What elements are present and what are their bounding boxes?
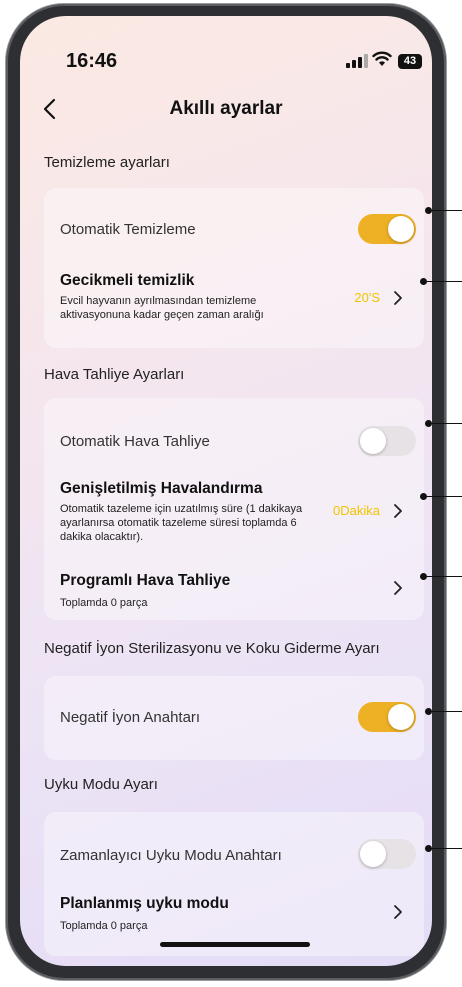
- section-header-sleep: Uyku Modu Ayarı: [44, 776, 158, 793]
- callout-line: [430, 423, 462, 424]
- section-header-cleaning: Temizleme ayarları: [44, 154, 170, 171]
- toggle-knob: [388, 216, 414, 242]
- delayed-clean-value[interactable]: 20'S: [340, 290, 380, 305]
- row-label-sleep-timer: Zamanlayıcı Uyku Modu Anahtarı: [60, 847, 282, 864]
- home-indicator[interactable]: [160, 942, 310, 947]
- row-label-extended-vent: Genişletilmiş Havalandırma: [60, 480, 263, 497]
- row-label-delayed-clean: Gecikmeli temizlik: [60, 272, 195, 289]
- row-label-ion-switch: Negatif İyon Anahtarı: [60, 709, 201, 726]
- row-label-scheduled-air: Programlı Hava Tahliye: [60, 572, 231, 589]
- callout-line: [430, 848, 462, 849]
- extended-vent-value[interactable]: 0Dakika: [322, 503, 380, 518]
- callout-line: [430, 711, 462, 712]
- page-title: Akıllı ayarlar: [169, 98, 283, 119]
- sleep-timer-toggle[interactable]: [358, 839, 416, 869]
- toggle-knob: [360, 841, 386, 867]
- row-label-auto-clean: Otomatik Temizleme: [60, 221, 196, 238]
- battery-level: 43: [403, 55, 417, 67]
- row-label-planned-sleep: Planlanmış uyku modu: [60, 895, 229, 912]
- section-header-ion: Negatif İyon Sterilizasyonu ve Koku Gide…: [44, 640, 380, 657]
- callout-line: [425, 281, 462, 282]
- chevron-right-icon[interactable]: [392, 290, 404, 306]
- signal-icon: [346, 54, 368, 68]
- auto-air-toggle[interactable]: [358, 426, 416, 456]
- callout-line: [430, 210, 462, 211]
- card-air: Otomatik Hava Tahliye Genişletilmiş Hava…: [44, 398, 424, 620]
- card-ion: Negatif İyon Anahtarı: [44, 676, 424, 760]
- nav-bar: Akıllı ayarlar: [20, 90, 432, 130]
- card-cleaning: Otomatik Temizleme Gecikmeli temizlik Ev…: [44, 188, 424, 348]
- status-bar: 16:46 43: [20, 16, 432, 76]
- auto-clean-toggle[interactable]: [358, 214, 416, 244]
- callout-line: [425, 496, 462, 497]
- ion-switch-toggle[interactable]: [358, 702, 416, 732]
- chevron-right-icon[interactable]: [392, 503, 404, 519]
- toggle-knob: [388, 704, 414, 730]
- row-desc-delayed-clean: Evcil hayvanın ayrılmasından temizleme a…: [60, 295, 264, 321]
- toggle-knob: [360, 428, 386, 454]
- row-label-auto-air: Otomatik Hava Tahliye: [60, 433, 210, 450]
- status-time: 16:46: [66, 50, 118, 72]
- card-sleep: Zamanlayıcı Uyku Modu Anahtarı Planlanmı…: [44, 812, 424, 956]
- app-screen: 16:46 43 Akıllı ayarlar Temizleme ayarla…: [20, 16, 432, 966]
- chevron-right-icon[interactable]: [392, 904, 404, 920]
- phone-frame: 16:46 43 Akıllı ayarlar Temizleme ayarla…: [6, 4, 446, 980]
- callout-line: [425, 576, 462, 577]
- row-desc-planned-sleep: Toplamda 0 parça: [60, 920, 148, 932]
- wifi-icon: [372, 51, 392, 66]
- section-header-air: Hava Tahliye Ayarları: [44, 366, 185, 383]
- battery-icon: 43: [398, 54, 422, 69]
- chevron-right-icon[interactable]: [392, 580, 404, 596]
- row-desc-scheduled-air: Toplamda 0 parça: [60, 597, 148, 609]
- row-desc-extended-vent: Otomatik tazeleme için uzatılmış süre (1…: [60, 503, 303, 543]
